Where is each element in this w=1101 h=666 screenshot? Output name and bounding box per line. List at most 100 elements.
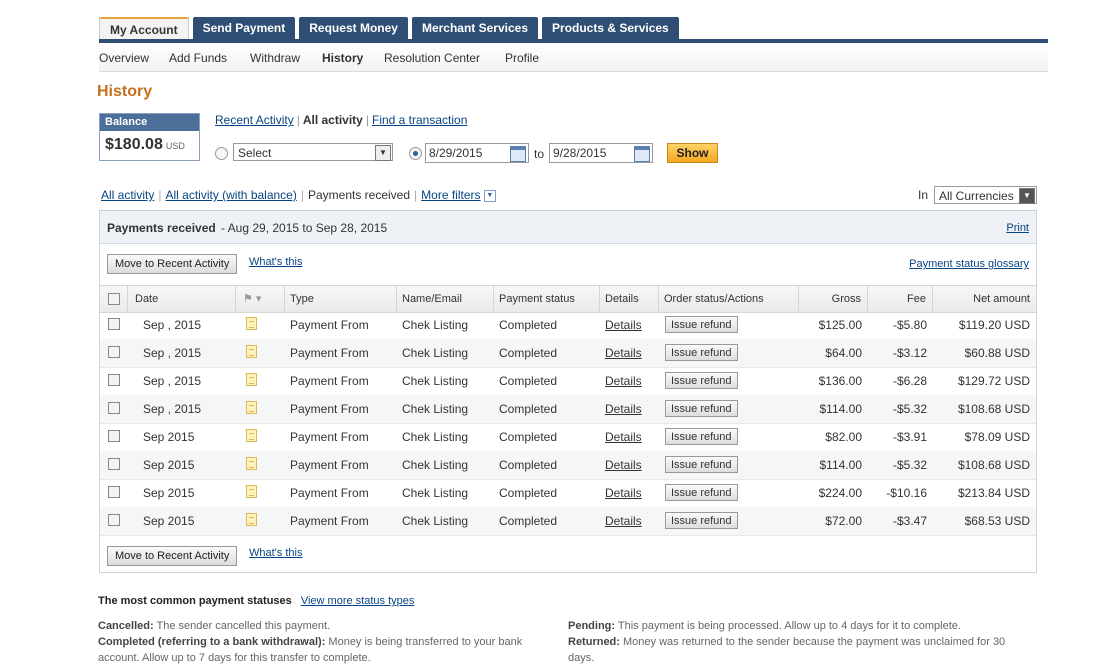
- row-checkbox[interactable]: [108, 374, 120, 386]
- row-name[interactable]: Chek Listing: [402, 514, 468, 528]
- select-all-checkbox[interactable]: [108, 293, 120, 305]
- row-checkbox[interactable]: [108, 402, 120, 414]
- move-to-recent-button-bottom[interactable]: Move to Recent Activity: [107, 546, 238, 566]
- status-glossary-link[interactable]: Payment status glossary: [909, 258, 1029, 270]
- calendar-icon[interactable]: [510, 146, 526, 162]
- whats-this-link[interactable]: What's this: [249, 256, 302, 268]
- subnav-profile[interactable]: Profile: [505, 51, 539, 65]
- row-name[interactable]: Chek Listing: [402, 486, 468, 500]
- row-details-link[interactable]: Details: [605, 430, 642, 444]
- date-range-radio[interactable]: [409, 147, 422, 160]
- find-transaction-link[interactable]: Find a transaction: [372, 113, 467, 127]
- to-date-field[interactable]: 9/28/2015: [549, 143, 653, 163]
- row-status: Completed: [499, 346, 558, 360]
- issue-refund-button[interactable]: Issue refund: [665, 400, 738, 417]
- col-name: Name/Email: [402, 293, 462, 305]
- row-gross: $64.00: [825, 346, 862, 360]
- note-icon: [246, 485, 257, 498]
- row-details-link[interactable]: Details: [605, 458, 642, 472]
- row-checkbox[interactable]: [108, 318, 120, 330]
- subnav-resolution-center[interactable]: Resolution Center: [384, 51, 480, 65]
- flag-icon[interactable]: ⚑ ▾: [243, 292, 261, 305]
- row-date: Sep 2015: [143, 514, 195, 528]
- subnav-overview[interactable]: Overview: [99, 51, 149, 65]
- row-details-link[interactable]: Details: [605, 318, 642, 332]
- row-net-amount: $60.88 USD: [964, 346, 1030, 360]
- issue-refund-button[interactable]: Issue refund: [665, 372, 738, 389]
- table-header: Date ⚑ ▾ Type Name/Email Payment status …: [100, 285, 1036, 313]
- row-checkbox[interactable]: [108, 458, 120, 470]
- more-filters-link[interactable]: More filters: [421, 188, 480, 202]
- row-name[interactable]: Chek Listing: [402, 430, 468, 444]
- calendar-icon[interactable]: [634, 146, 650, 162]
- tab-products-services[interactable]: Products & Services: [542, 17, 679, 39]
- row-net-amount: $129.72 USD: [957, 374, 1030, 388]
- subnav-history[interactable]: History: [322, 51, 363, 65]
- view-filters: All activity | All activity (with balance)…: [101, 188, 496, 202]
- balance-box: Balance $180.08 USD: [99, 113, 200, 161]
- note-icon: [246, 401, 257, 414]
- all-activity-link[interactable]: All activity: [101, 188, 154, 202]
- row-details-link[interactable]: Details: [605, 486, 642, 500]
- row-checkbox[interactable]: [108, 346, 120, 358]
- tab-my-account[interactable]: My Account: [99, 17, 189, 41]
- subnav-withdraw[interactable]: Withdraw: [250, 51, 300, 65]
- issue-refund-button[interactable]: Issue refund: [665, 316, 738, 333]
- row-fee: -$3.47: [892, 514, 927, 528]
- view-more-status-link[interactable]: View more status types: [301, 595, 415, 607]
- table-row: Sep 2015 Payment From Chek Listing Complete…: [100, 507, 1036, 536]
- currency-label: In: [918, 188, 929, 202]
- row-type: Payment From: [290, 346, 369, 360]
- row-details-link[interactable]: Details: [605, 514, 642, 528]
- issue-refund-button[interactable]: Issue refund: [665, 484, 738, 501]
- row-fee: -$5.32: [892, 402, 927, 416]
- row-gross: $82.00: [825, 430, 862, 444]
- print-link[interactable]: Print: [1006, 222, 1029, 234]
- row-details-link[interactable]: Details: [605, 346, 642, 360]
- row-name[interactable]: Chek Listing: [402, 346, 468, 360]
- col-status: Payment status: [499, 293, 575, 305]
- currency-select[interactable]: All Currencies ▼: [934, 186, 1037, 204]
- whats-this-link-bottom[interactable]: What's this: [249, 547, 302, 559]
- row-checkbox[interactable]: [108, 486, 120, 498]
- tab-send-payment[interactable]: Send Payment: [192, 17, 296, 39]
- issue-refund-button[interactable]: Issue refund: [665, 456, 738, 473]
- row-details-link[interactable]: Details: [605, 374, 642, 388]
- row-checkbox[interactable]: [108, 430, 120, 442]
- row-checkbox[interactable]: [108, 514, 120, 526]
- row-name[interactable]: Chek Listing: [402, 402, 468, 416]
- recent-activity-link[interactable]: Recent Activity: [215, 113, 294, 127]
- chevron-down-icon[interactable]: ▼: [483, 189, 496, 202]
- all-activity-current[interactable]: All activity: [303, 113, 363, 127]
- tab-request-money[interactable]: Request Money: [299, 17, 408, 39]
- from-date-field[interactable]: 8/29/2015: [425, 143, 529, 163]
- note-icon: [246, 345, 257, 358]
- row-gross: $136.00: [818, 374, 862, 388]
- issue-refund-button[interactable]: Issue refund: [665, 512, 738, 529]
- issue-refund-button[interactable]: Issue refund: [665, 344, 738, 361]
- row-date: Sep 2015: [143, 430, 195, 444]
- issue-refund-button[interactable]: Issue refund: [665, 428, 738, 445]
- move-to-recent-button[interactable]: Move to Recent Activity: [107, 254, 238, 274]
- show-button[interactable]: Show: [667, 143, 718, 163]
- row-type: Payment From: [290, 374, 369, 388]
- status-returned: Returned: Money was returned to the send…: [568, 636, 1006, 664]
- row-date: Sep 2015: [143, 458, 195, 472]
- status-cancelled: Cancelled: The sender cancelled this pay…: [98, 620, 331, 632]
- note-icon: [246, 429, 257, 442]
- row-date: Sep 2015: [143, 486, 195, 500]
- col-date[interactable]: Date: [135, 293, 158, 305]
- status-pending: Pending: This payment is being processed…: [568, 620, 961, 632]
- row-name[interactable]: Chek Listing: [402, 318, 468, 332]
- row-details-link[interactable]: Details: [605, 402, 642, 416]
- row-gross: $72.00: [825, 514, 862, 528]
- row-name[interactable]: Chek Listing: [402, 458, 468, 472]
- row-net-amount: $68.53 USD: [964, 514, 1030, 528]
- tab-merchant-services[interactable]: Merchant Services: [411, 17, 539, 39]
- select-range-radio[interactable]: [215, 147, 228, 160]
- all-activity-balance-link[interactable]: All activity (with balance): [165, 188, 296, 202]
- range-select[interactable]: Select ▼: [233, 143, 393, 161]
- subnav-add-funds[interactable]: Add Funds: [169, 51, 227, 65]
- row-net-amount: $119.20 USD: [958, 318, 1030, 332]
- row-name[interactable]: Chek Listing: [402, 374, 468, 388]
